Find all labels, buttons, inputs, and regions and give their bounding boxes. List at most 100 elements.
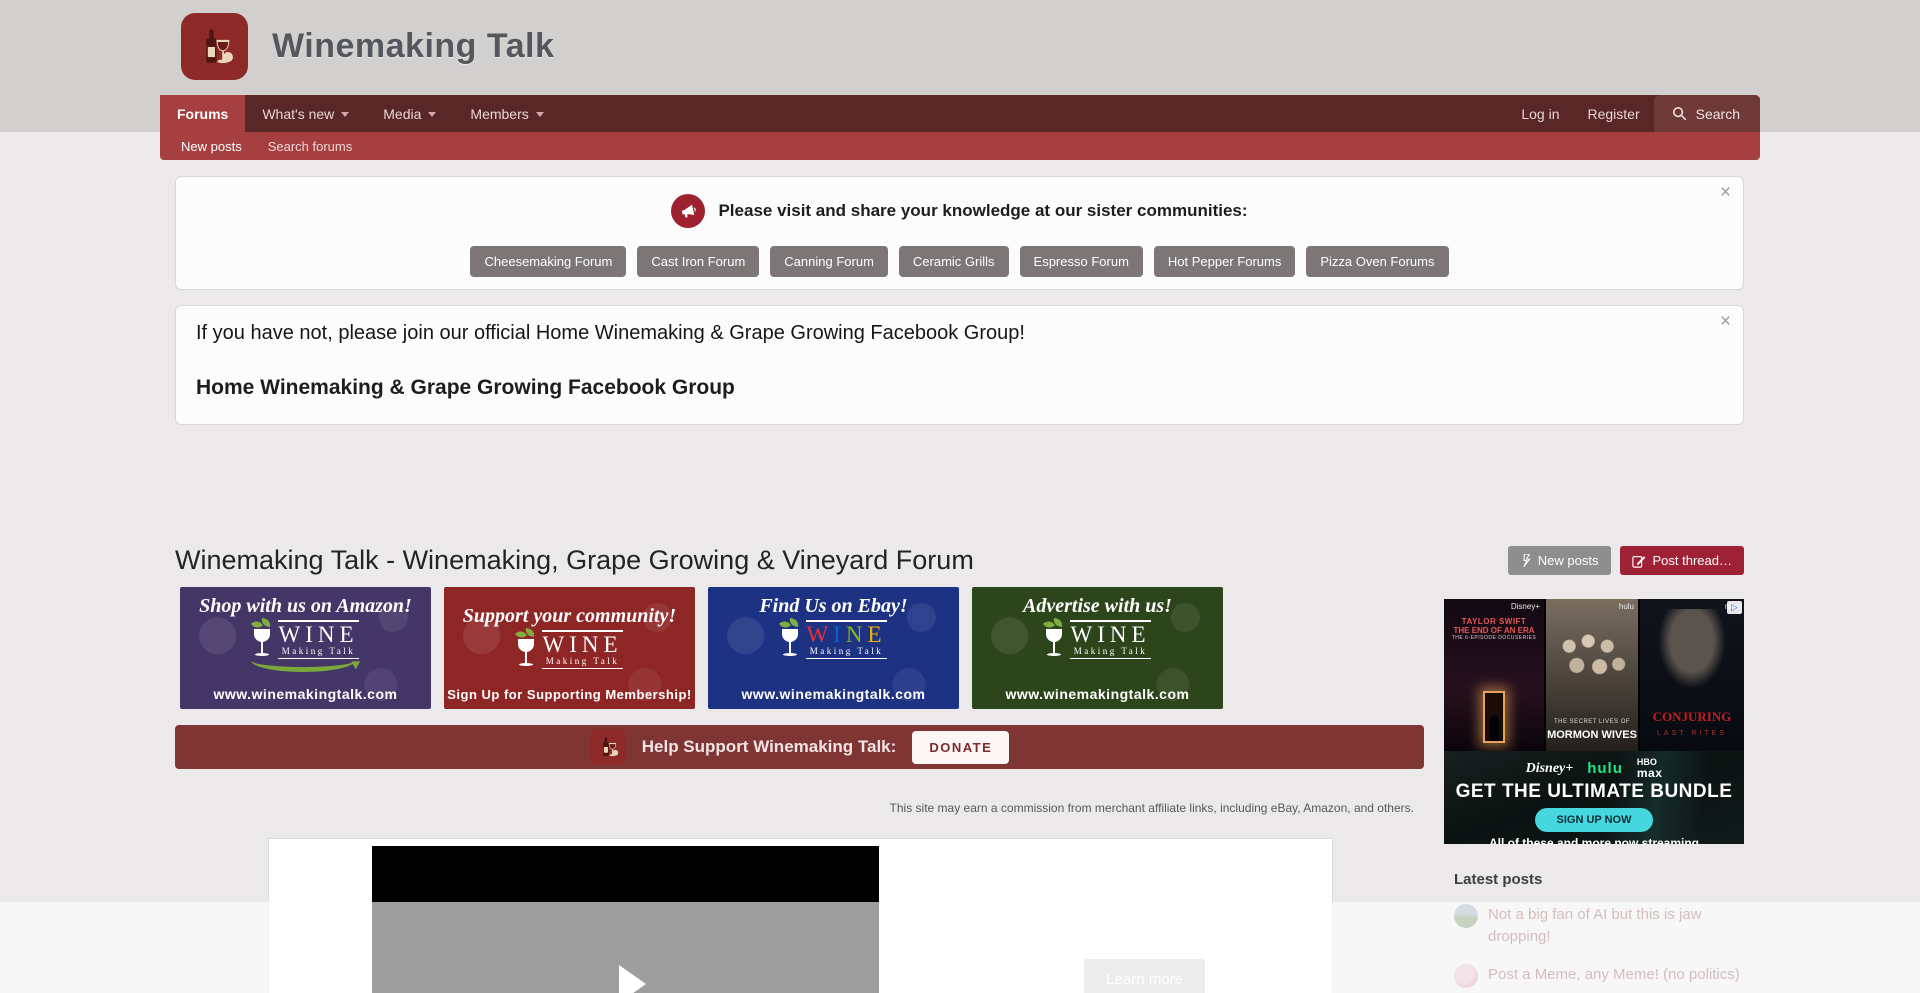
sister-forum-button-cast-iron[interactable]: Cast Iron Forum xyxy=(637,246,759,277)
ebay-banner-headline: Find Us on Ebay! xyxy=(759,595,907,618)
membership-banner-footer: Sign Up for Supporting Membership! xyxy=(444,687,695,702)
tab-whats-new-label: What's new xyxy=(262,106,334,122)
page-title: Winemaking Talk - Winemaking, Grape Grow… xyxy=(175,545,974,576)
membership-banner-headline: Support your community! xyxy=(463,605,676,628)
avatar[interactable] xyxy=(1454,904,1478,928)
tab-whats-new[interactable]: What's new xyxy=(245,95,366,132)
donate-bar: Help Support Winemaking Talk: DONATE xyxy=(175,725,1424,769)
amazon-banner[interactable]: Shop with us on Amazon! WINE Making Talk… xyxy=(180,587,431,709)
site-title[interactable]: Winemaking Talk xyxy=(272,27,554,66)
advertise-banner[interactable]: Advertise with us! WINE Making Talk www.… xyxy=(972,587,1223,709)
wmt-sub-word: Making Talk xyxy=(542,656,622,669)
tab-members[interactable]: Members xyxy=(453,95,560,132)
sister-forum-button-pizza-oven[interactable]: Pizza Oven Forums xyxy=(1306,246,1448,277)
advertise-banner-headline: Advertise with us! xyxy=(1023,595,1172,618)
ad-subline: All of these and more now streaming xyxy=(1444,836,1744,844)
adchoices-icon[interactable]: ▷ xyxy=(1727,601,1742,614)
max-poster: max CONJURING LAST RITES ▷ xyxy=(1640,599,1744,751)
post-link[interactable]: Not a big fan of AI but this is jaw drop… xyxy=(1488,904,1754,948)
membership-banner[interactable]: Support your community! WINE Making Talk… xyxy=(444,587,695,709)
sister-forum-button-espresso[interactable]: Espresso Forum xyxy=(1020,246,1143,277)
play-icon[interactable] xyxy=(619,965,646,993)
tab-forums[interactable]: Forums xyxy=(160,95,245,132)
advertise-banner-footer: www.winemakingtalk.com xyxy=(972,686,1223,702)
sign-up-now-button[interactable]: SIGN UP NOW xyxy=(1535,808,1654,832)
site-logo-icon xyxy=(590,729,626,765)
poster-text: MORMON WIVES xyxy=(1546,729,1638,741)
wine-glass-icon xyxy=(780,623,800,657)
poster-text: TAYLOR SWIFT xyxy=(1444,617,1544,626)
main-navbar: Forums What's new Media Members Log in R… xyxy=(160,95,1760,132)
sub-navbar: New posts Search forums xyxy=(160,132,1760,160)
post-thread-label: Post thread… xyxy=(1653,553,1733,568)
wine-bottle-glass-icon xyxy=(595,734,621,760)
tab-members-label: Members xyxy=(470,106,528,122)
site-logo-icon[interactable] xyxy=(181,13,248,80)
edit-pencil-icon xyxy=(1632,554,1646,568)
affiliate-disclaimer: This site may earn a commission from mer… xyxy=(175,801,1414,815)
wine-glass-icon xyxy=(516,633,536,667)
sister-forum-button-ceramic-grills[interactable]: Ceramic Grills xyxy=(899,246,1009,277)
streaming-logos-row: Disney+ hulu HBO max xyxy=(1444,751,1744,779)
glowing-door-graphic xyxy=(1483,691,1505,743)
search-button[interactable]: Search xyxy=(1654,95,1760,132)
megaphone-icon xyxy=(671,194,705,228)
poster-text: LAST RITES xyxy=(1640,730,1744,737)
wmt-wine-word: WINE xyxy=(278,623,358,646)
facebook-message: If you have not, please join our officia… xyxy=(196,322,1723,345)
ad-posters-row: Disney+ TAYLOR SWIFT THE END OF AN ERA T… xyxy=(1444,599,1744,751)
page-title-row: Winemaking Talk - Winemaking, Grape Grow… xyxy=(175,545,1744,576)
post-link[interactable]: Post a Meme, any Meme! (no politics) xyxy=(1488,964,1740,988)
poster-text: THE SECRET LIVES OF xyxy=(1546,719,1638,725)
wine-bottle-glass-icon xyxy=(192,24,238,70)
facebook-group-link[interactable]: Home Winemaking & Grape Growing Facebook… xyxy=(196,376,735,400)
sister-buttons-row: Cheesemaking Forum Cast Iron Forum Canni… xyxy=(176,246,1743,277)
poster-text: THE END OF AN ERA xyxy=(1444,626,1544,635)
streaming-bundle-ad[interactable]: Disney+ TAYLOR SWIFT THE END OF AN ERA T… xyxy=(1444,599,1744,844)
donate-button[interactable]: DONATE xyxy=(912,731,1009,764)
cast-photo-graphic xyxy=(1554,627,1630,691)
wine-glass-icon xyxy=(1044,623,1064,657)
new-posts-button[interactable]: New posts xyxy=(1508,546,1611,575)
page: Winemaking Talk Forums What's new Media … xyxy=(0,0,1920,993)
tab-media[interactable]: Media xyxy=(366,95,453,132)
ad-bundle-panel: Disney+ hulu HBO max GET THE ULTIMATE BU… xyxy=(1444,751,1744,844)
new-posts-label: New posts xyxy=(1538,553,1599,568)
sister-message: Please visit and share your knowledge at… xyxy=(718,201,1247,221)
login-link[interactable]: Log in xyxy=(1507,95,1573,132)
learn-more-button[interactable]: Learn more xyxy=(1084,959,1205,993)
sister-forum-button-cheesemaking[interactable]: Cheesemaking Forum xyxy=(470,246,626,277)
sister-forum-button-hot-pepper[interactable]: Hot Pepper Forums xyxy=(1154,246,1295,277)
sister-message-row: Please visit and share your knowledge at… xyxy=(176,194,1743,228)
sister-communities-notice: × Please visit and share your knowledge … xyxy=(175,176,1744,290)
ebay-banner-footer: www.winemakingtalk.com xyxy=(708,686,959,702)
ad-headline: GET THE ULTIMATE BUNDLE xyxy=(1444,781,1744,803)
ebay-banner[interactable]: Find Us on Ebay! WINE Making Talk www.wi… xyxy=(708,587,959,709)
horror-face-graphic xyxy=(1658,609,1726,689)
list-item: Post a Meme, any Meme! (no politics) xyxy=(1454,964,1754,988)
subnav-search-forums[interactable]: Search forums xyxy=(255,139,366,154)
tab-media-label: Media xyxy=(383,106,421,122)
amazon-swoosh-icon xyxy=(251,657,361,671)
site-header: Winemaking Talk xyxy=(181,13,554,80)
post-thread-button[interactable]: Post thread… xyxy=(1620,546,1745,575)
hbo-max-logo: HBO max xyxy=(1637,758,1663,779)
search-label: Search xyxy=(1696,106,1740,122)
wmt-wine-word: WINE xyxy=(542,633,622,656)
sister-forum-button-canning[interactable]: Canning Forum xyxy=(770,246,888,277)
avatar[interactable] xyxy=(1454,964,1478,988)
disney-poster: Disney+ TAYLOR SWIFT THE END OF AN ERA T… xyxy=(1444,599,1544,751)
amazon-banner-footer: www.winemakingtalk.com xyxy=(180,686,431,702)
latest-posts-title: Latest posts xyxy=(1454,871,1754,888)
tab-forums-label: Forums xyxy=(177,106,228,122)
poster-text: CONJURING xyxy=(1640,710,1744,723)
close-icon[interactable]: × xyxy=(1720,312,1731,331)
list-item: Not a big fan of AI but this is jaw drop… xyxy=(1454,904,1754,948)
facebook-group-notice: × If you have not, please join our offic… xyxy=(175,305,1744,425)
wmt-logo: WINE Making Talk xyxy=(1044,620,1150,659)
chevron-down-icon xyxy=(536,112,544,117)
register-link[interactable]: Register xyxy=(1574,95,1654,132)
subnav-new-posts[interactable]: New posts xyxy=(168,139,255,154)
close-icon[interactable]: × xyxy=(1720,183,1731,202)
wmt-sub-word: Making Talk xyxy=(806,646,886,659)
